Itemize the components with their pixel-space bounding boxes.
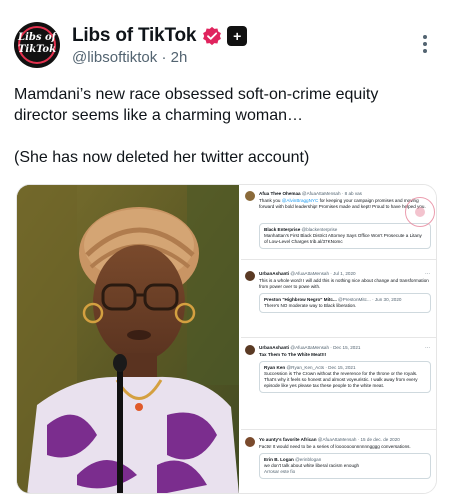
more-options-icon[interactable]: [419, 35, 431, 57]
quote-name: Erin B. Logan: [264, 457, 294, 462]
screenshot-body: Tax Them To The White Meat!!!: [259, 352, 327, 357]
separator-dot: ·: [161, 49, 171, 66]
video-still[interactable]: [17, 185, 239, 493]
screenshot-avatar: [245, 345, 255, 355]
screenshot-quote: Ryan Ken @Ryan_Ken_Acts · Dec 15, 2021 S…: [259, 361, 431, 393]
media-attachment[interactable]: Afua Thee Ohemaa @AfuaAttaMensah · 8 ab …: [16, 184, 437, 494]
verified-badge-icon: [203, 26, 222, 46]
display-name[interactable]: Libs of TikTok: [72, 25, 196, 47]
divider: [241, 429, 436, 430]
video-frame-image: [17, 185, 239, 493]
quote-name: Preston "Highbrow Negro" Mitc...: [264, 297, 337, 302]
screenshot-header: UrbanAshanti @AfuaAttaMensah · Dec 15, 2…: [259, 345, 434, 351]
screenshot-handle: @AfuaAttaMensah · Jul 1, 2020: [290, 271, 356, 276]
quote-text: There's NO moderate way to Black liberat…: [264, 303, 357, 308]
screenshot-body: Thank you @AlvinBraggNYC for keeping you…: [259, 198, 429, 210]
quote-name: Black Enterprise: [264, 227, 301, 232]
quote-handle: @Ryan_Ken_Acts · Dec 15, 2021: [286, 365, 356, 370]
screenshot-header: UrbanAshanti @AfuaAttaMensah · Jul 1, 20…: [259, 271, 434, 277]
screenshot-handle: @AfuaAttaMensah · Dec 15, 2021: [290, 345, 361, 350]
screenshot-header: Yo aunty's favorite African @AfuaAttaMen…: [259, 437, 434, 443]
screenshot-quote: Erin B. Logan @erinblogan we don't talk …: [259, 453, 431, 479]
screenshot-body: This is a whole word! I will add this is…: [259, 278, 429, 289]
screenshot-body: Facts! It would need to be a series of l…: [259, 444, 411, 449]
watermark-stamp: [405, 197, 435, 227]
quote-name: Ryan Ken: [264, 365, 286, 370]
quote-handle: @erinblogan: [295, 457, 322, 462]
handle-row: @libsoftiktok · 2h: [72, 49, 187, 66]
name-row: Libs of TikTok +: [72, 24, 248, 48]
screenshot-avatar: [245, 271, 255, 281]
tweet-screenshots: Afua Thee Ohemaa @AfuaAttaMensah · 8 ab …: [241, 185, 436, 493]
screenshot-avatar: [245, 437, 255, 447]
author-handle[interactable]: @libsoftiktok: [72, 49, 157, 66]
screenshot-quote: Preston "Highbrow Negro" Mitc... @Presto…: [259, 293, 431, 313]
divider: [241, 259, 436, 260]
avatar-logo-line2: TikTok: [17, 44, 57, 55]
more-icon: ···: [425, 345, 430, 351]
quote-show-thread: Arrosar este fio: [264, 469, 296, 474]
quote-handle: @blackenterprise: [301, 227, 338, 232]
screenshot-name: UrbanAshanti: [259, 271, 290, 276]
quote-handle: @PrestonMitc... · Jun 30, 2020: [338, 297, 402, 302]
affiliate-plus-icon[interactable]: +: [227, 26, 248, 46]
tweet-line-1: Mamdani’s new race obsessed soft-on-crim…: [14, 86, 383, 124]
divider: [241, 337, 436, 338]
screenshot-handle: @AfuaAttaMensah · 8 ab vas: [301, 191, 362, 196]
screenshot-mention-link: @AlvinBraggNYC: [281, 198, 319, 203]
quote-text: Succession is The Crown without the reve…: [264, 371, 418, 388]
screenshot-body-text: Thank you: [259, 198, 282, 203]
tweet-header: Libs of TikTok Libs of TikTok + @libsoft…: [14, 22, 439, 70]
tweet-line-2: (She has now deleted her twitter account…: [14, 149, 310, 166]
tweet-time[interactable]: 2h: [171, 49, 188, 66]
screenshot-quote: Black Enterprise @blackenterprise Manhat…: [259, 223, 431, 249]
screenshot-name: Afua Thee Ohemaa: [259, 191, 301, 196]
quote-text: Manhattan's First Black District Attorne…: [264, 233, 422, 244]
avatar[interactable]: Libs of TikTok: [14, 22, 60, 68]
more-icon: ···: [425, 271, 430, 277]
screenshot-header: Afua Thee Ohemaa @AfuaAttaMensah · 8 ab …: [259, 191, 434, 197]
avatar-logo-line1: Libs of: [18, 32, 56, 43]
screenshot-name: UrbanAshanti: [259, 345, 290, 350]
screenshot-name: Yo aunty's favorite African: [259, 437, 317, 442]
screenshot-avatar: [245, 191, 255, 201]
tweet-text: Mamdani’s new race obsessed soft-on-crim…: [14, 84, 434, 189]
avatar-logo: Libs of TikTok: [14, 32, 60, 56]
screenshot-handle: @AfuaAttaMensah · 15 de dec. de 2020: [317, 437, 400, 442]
